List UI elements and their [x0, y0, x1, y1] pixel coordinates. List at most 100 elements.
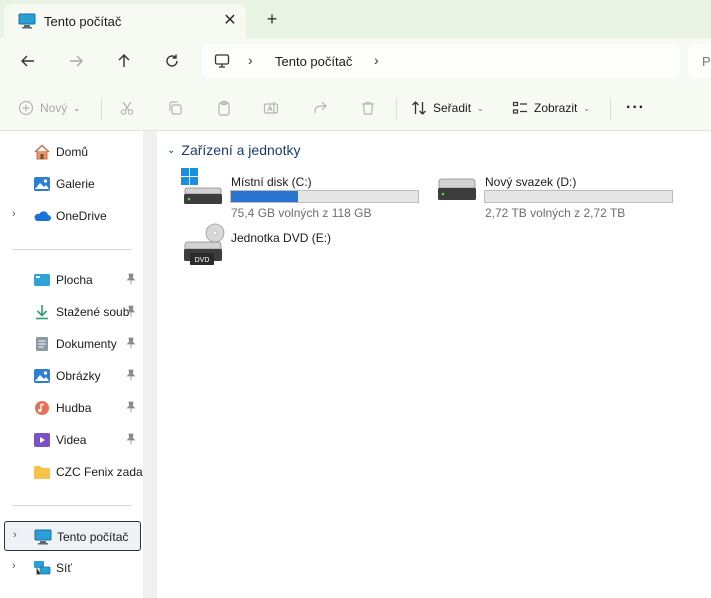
drive-name: Místní disk (C:) [231, 175, 312, 189]
arrow-up-icon [118, 54, 130, 67]
sidebar-item-downloads[interactable]: Stažené soub [4, 297, 141, 327]
view-list-icon [512, 101, 527, 114]
sidebar-item-label: Videa [56, 433, 87, 447]
sidebar-item-czc-folder[interactable]: CZC Fenix zadat [4, 457, 144, 487]
sidebar-item-pictures[interactable]: Obrázky [4, 361, 141, 391]
chevron-right-icon[interactable]: › [12, 560, 16, 572]
sidebar-item-videos[interactable]: Videa [4, 425, 141, 455]
chevron-down-icon: ⌄ [477, 103, 484, 113]
downloads-icon [36, 305, 48, 320]
address-bar[interactable]: › Tento počítač › [202, 44, 680, 78]
sidebar-item-label: Síť [56, 561, 72, 575]
copy-button[interactable] [167, 96, 183, 120]
dvd-drive-icon: DVD [184, 223, 225, 265]
sidebar-item-home[interactable]: Domů [4, 137, 141, 167]
network-icon [34, 561, 51, 575]
pin-icon[interactable] [126, 273, 136, 285]
sidebar-item-network[interactable]: › Síť [4, 553, 141, 583]
pictures-icon [34, 369, 50, 383]
pin-icon[interactable] [126, 337, 136, 349]
drive-name: Jednotka DVD (E:) [231, 231, 332, 245]
group-header-devices[interactable]: ⌄ Zařízení a jednotky [167, 142, 300, 158]
documents-icon [36, 337, 48, 351]
command-bar: Nový ⌄ Seřadit ⌄ Zobrazit ⌄ ··· [0, 84, 711, 131]
divider [610, 98, 611, 120]
rename-icon [263, 102, 279, 114]
sidebar-item-label: Obrázky [56, 369, 101, 383]
divider [396, 98, 397, 120]
chevron-down-icon: ⌄ [583, 103, 591, 113]
sidebar-item-gallery[interactable]: Galerie [4, 169, 141, 199]
sort-label: Seřadit [433, 101, 472, 115]
pin-icon[interactable] [126, 401, 136, 413]
back-button[interactable] [15, 48, 41, 74]
delete-button[interactable] [360, 96, 376, 120]
new-tab-button[interactable]: + [262, 9, 282, 29]
content-pane: ⌄ Zařízení a jednotky Místní disk (C:) 7… [157, 131, 711, 598]
share-button[interactable] [312, 96, 328, 120]
pin-icon[interactable] [126, 305, 136, 317]
view-button[interactable]: Zobrazit ⌄ [512, 96, 590, 120]
drive-free-space: 75,4 GB volných z 118 GB [231, 206, 372, 220]
sidebar-item-music[interactable]: Hudba [4, 393, 141, 423]
rename-button[interactable] [263, 96, 279, 120]
sidebar-item-documents[interactable]: Dokumenty [4, 329, 141, 359]
group-title: Zařízení a jednotky [181, 142, 301, 158]
divider [12, 505, 132, 506]
sidebar-item-label: Dokumenty [56, 337, 117, 351]
tab-this-pc[interactable]: Tento počítač ✕ [4, 4, 246, 38]
close-tab-button[interactable]: ✕ [220, 11, 240, 31]
sidebar-item-label: OneDrive [56, 209, 107, 223]
monitor-icon [214, 54, 230, 68]
sidebar-item-label: Galerie [56, 177, 95, 191]
view-label: Zobrazit [534, 101, 578, 115]
drive-usage-bar [484, 190, 673, 203]
refresh-button[interactable] [159, 48, 185, 74]
music-icon [35, 401, 49, 415]
navigation-bar: › Tento počítač › P [0, 38, 711, 84]
divider [12, 249, 132, 250]
breadcrumb-separator[interactable]: › [248, 52, 253, 68]
chevron-right-icon[interactable]: › [12, 208, 16, 220]
breadcrumb-this-pc[interactable]: Tento počítač [275, 54, 352, 69]
sidebar-item-label: Plocha [56, 273, 93, 287]
more-options-button[interactable]: ··· [626, 96, 645, 120]
videos-icon [34, 433, 50, 447]
sidebar-item-onedrive[interactable]: › OneDrive [4, 201, 141, 231]
new-button[interactable]: Nový ⌄ [18, 96, 80, 120]
paste-button[interactable] [216, 96, 232, 120]
drive-item-e[interactable]: DVD Jednotka DVD (E:) [181, 223, 441, 273]
sidebar-item-desktop[interactable]: Plocha [4, 265, 141, 295]
arrow-right-icon [70, 55, 83, 67]
pin-icon[interactable] [126, 433, 136, 445]
chevron-down-icon: ⌄ [73, 103, 81, 113]
up-button[interactable] [111, 48, 137, 74]
pin-icon[interactable] [126, 369, 136, 381]
chevron-down-icon[interactable]: ⌄ [167, 145, 175, 156]
desktop-icon [34, 274, 50, 286]
drive-usage-fill [231, 191, 299, 202]
trash-icon [362, 101, 374, 115]
drive-free-space: 2,72 TB volných z 2,72 TB [485, 206, 626, 220]
sidebar-scrollbar[interactable] [143, 131, 157, 598]
onedrive-icon [34, 211, 51, 221]
hard-drive-icon [438, 178, 476, 200]
tab-title: Tento počítač [44, 14, 122, 29]
sidebar-item-label: Hudba [56, 401, 92, 415]
this-pc-icon [34, 529, 52, 545]
sidebar-item-label: Domů [56, 145, 89, 159]
this-pc-icon [18, 13, 36, 29]
drive-item-c[interactable]: Místní disk (C:) 75,4 GB volných z 118 G… [181, 168, 441, 220]
breadcrumb-separator[interactable]: › [374, 52, 379, 68]
sidebar-item-label: Stažené soub [56, 305, 130, 319]
sidebar-item-label: CZC Fenix zadat [56, 465, 144, 479]
drive-item-d[interactable]: Nový svazek (D:) 2,72 TB volných z 2,72 … [435, 168, 695, 220]
dvd-badge: DVD [195, 257, 210, 264]
forward-button[interactable] [63, 48, 89, 74]
chevron-right-icon[interactable]: › [13, 529, 17, 541]
arrow-left-icon [21, 55, 34, 67]
cut-button[interactable] [119, 96, 135, 120]
sort-button[interactable]: Seřadit ⌄ [411, 96, 484, 120]
sidebar-item-this-pc[interactable]: › Tento počítač [4, 521, 141, 551]
search-input[interactable]: P [688, 44, 711, 78]
